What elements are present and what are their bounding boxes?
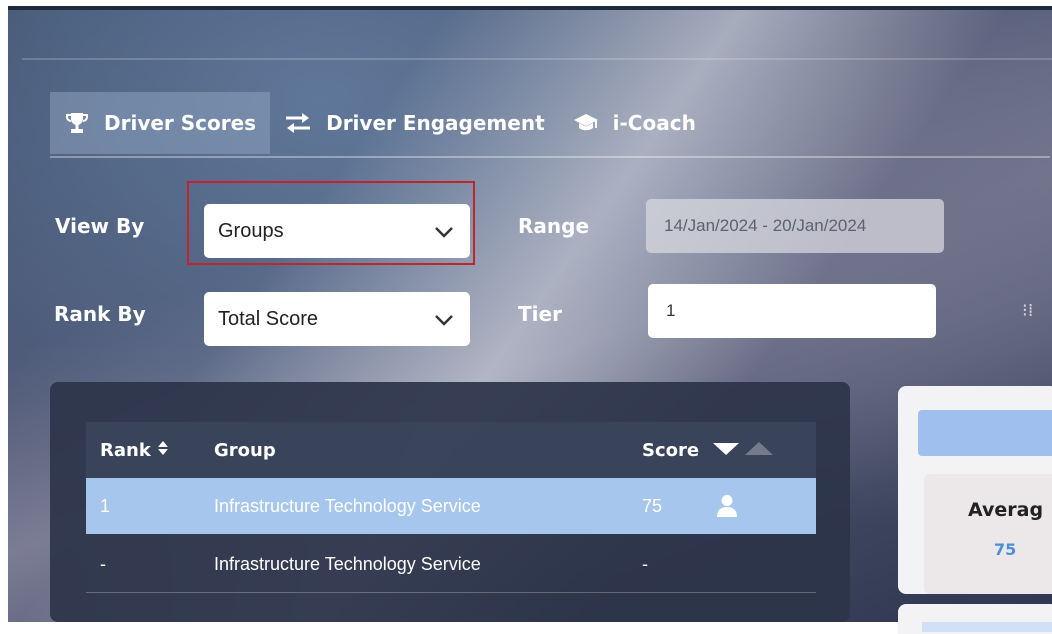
trophy-icon	[64, 110, 90, 136]
table-row[interactable]: 1 Infrastructure Technology Service 75	[86, 478, 816, 534]
sort-icon	[157, 440, 169, 461]
score-cell: 75	[642, 495, 663, 516]
table-row[interactable]: - Infrastructure Technology Service -	[86, 536, 816, 592]
tab-label: i-Coach	[612, 111, 696, 135]
highlight-box	[187, 181, 475, 265]
tabs-divider	[50, 156, 1050, 158]
rank-cell: 1	[100, 495, 111, 516]
tab-i-coach[interactable]: i-Coach	[559, 92, 710, 154]
summary-header-bar	[918, 410, 1052, 456]
view-by-label: View By	[55, 214, 145, 238]
score-cell: -	[642, 553, 648, 574]
rank-cell: -	[100, 553, 106, 574]
rank-by-select[interactable]: Total Score	[204, 292, 470, 346]
graduation-cap-icon	[573, 112, 599, 134]
tab-label: Driver Scores	[104, 111, 257, 135]
tier-value: 1	[666, 301, 676, 320]
sort-desc-icon	[711, 438, 777, 463]
panel-edge	[22, 58, 1052, 60]
exchange-arrows-icon	[284, 111, 312, 135]
average-label: Averag	[968, 499, 1044, 521]
row-divider	[86, 592, 816, 593]
summary-card	[898, 386, 1052, 594]
average-box	[924, 474, 1052, 594]
chevron-down-icon	[434, 310, 454, 333]
score-header[interactable]: Score	[642, 422, 777, 478]
tab-bar: Driver Scores Driver Engagement i-Coach	[50, 90, 710, 156]
rank-by-label: Rank By	[54, 302, 146, 326]
list-icon[interactable]: ⁝⁞	[1022, 300, 1033, 321]
tab-label: Driver Engagement	[326, 111, 545, 135]
tier-label: Tier	[518, 302, 562, 326]
tab-driver-engagement[interactable]: Driver Engagement	[270, 92, 559, 154]
range-value: 14/Jan/2024 - 20/Jan/2024	[664, 216, 867, 235]
table-header: Rank Group Score	[86, 422, 816, 478]
summary-card-2	[898, 604, 1052, 634]
tier-input[interactable]: 1	[648, 284, 936, 338]
group-cell: Infrastructure Technology Service	[214, 553, 481, 574]
score-header-label: Score	[642, 439, 700, 461]
range-label: Range	[518, 214, 590, 238]
range-field[interactable]: 14/Jan/2024 - 20/Jan/2024	[646, 199, 944, 253]
tab-driver-scores[interactable]: Driver Scores	[50, 92, 271, 154]
group-cell: Infrastructure Technology Service	[214, 495, 481, 516]
summary-strip	[922, 622, 1052, 632]
top-border	[8, 6, 1052, 10]
rank-header[interactable]: Rank	[100, 422, 169, 478]
rank-header-label: Rank	[100, 439, 151, 461]
group-header[interactable]: Group	[214, 422, 276, 478]
user-icon[interactable]	[716, 478, 738, 534]
average-value: 75	[994, 540, 1017, 559]
rank-by-value: Total Score	[218, 307, 319, 330]
